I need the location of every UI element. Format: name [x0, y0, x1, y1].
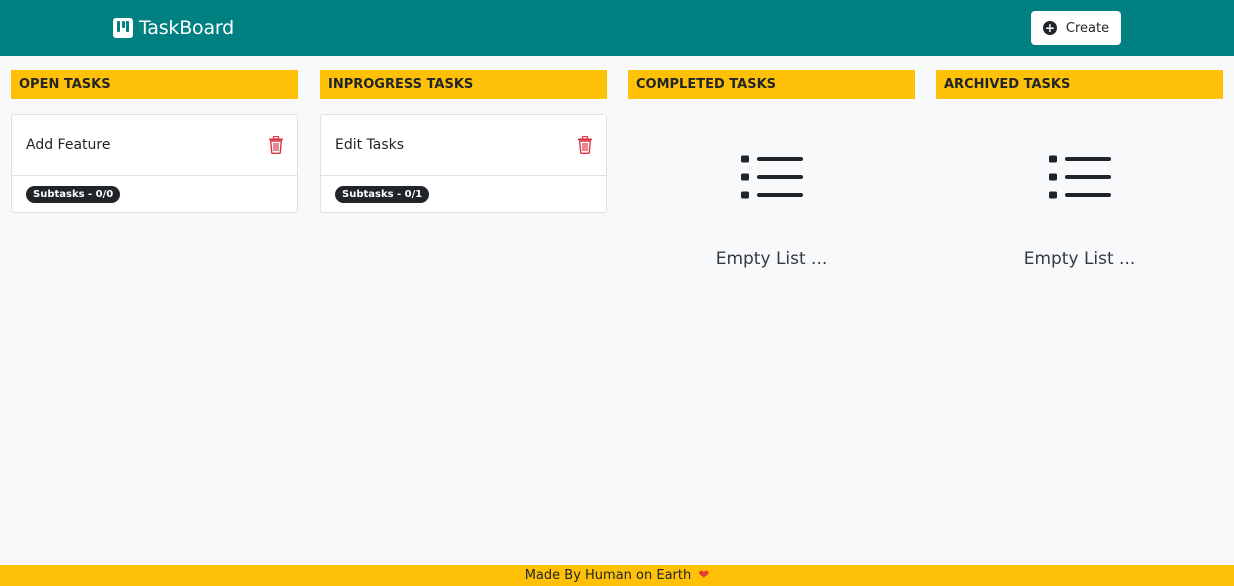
task-card[interactable]: Edit Tasks Subtasks - 0/1: [320, 114, 607, 213]
column-completed-tasks: COMPLETED TASKS Empty List ...: [628, 70, 915, 269]
create-button-label: Create: [1065, 20, 1110, 36]
trash-icon[interactable]: [577, 136, 593, 154]
column-header: ARCHIVED TASKS: [936, 70, 1223, 99]
brand-title: TaskBoard: [139, 17, 235, 39]
plus-circle-icon: +: [1042, 21, 1057, 35]
task-title[interactable]: Add Feature: [26, 137, 110, 153]
task-title[interactable]: Edit Tasks: [335, 137, 404, 153]
kanban-board-icon: [113, 18, 133, 38]
brand[interactable]: TaskBoard: [113, 16, 234, 40]
column-header: COMPLETED TASKS: [628, 70, 915, 99]
list-icon: [1048, 155, 1111, 199]
footer: Made By Human on Earth ❤: [0, 565, 1234, 586]
column-archived-tasks: ARCHIVED TASKS Empty List ...: [936, 70, 1223, 269]
task-card-footer: Subtasks - 0/0: [12, 176, 297, 212]
empty-state: Empty List ...: [936, 155, 1223, 269]
subtasks-badge: Subtasks - 0/1: [335, 185, 430, 203]
task-card[interactable]: Add Feature Subtasks - 0/0: [11, 114, 298, 213]
navbar: TaskBoard + Create: [0, 0, 1234, 56]
empty-state: Empty List ...: [628, 155, 915, 269]
task-card-footer: Subtasks - 0/1: [321, 176, 606, 212]
column-open-tasks: OPEN TASKS Add Feature Subtasks - 0/0: [11, 70, 298, 213]
column-header: INPROGRESS TASKS: [320, 70, 607, 99]
heart-icon: ❤: [698, 568, 710, 583]
column-inprogress-tasks: INPROGRESS TASKS Edit Tasks Subtasks - 0…: [320, 70, 607, 213]
create-button[interactable]: + Create: [1031, 11, 1121, 45]
empty-list-text: Empty List ...: [1023, 249, 1136, 269]
subtasks-badge: Subtasks - 0/0: [26, 185, 121, 203]
task-card-body: Edit Tasks: [321, 115, 606, 176]
footer-text: Made By Human on Earth: [524, 568, 692, 583]
task-card-body: Add Feature: [12, 115, 297, 176]
trash-icon[interactable]: [268, 136, 284, 154]
list-icon: [740, 155, 803, 199]
column-header: OPEN TASKS: [11, 70, 298, 99]
empty-list-text: Empty List ...: [715, 249, 828, 269]
